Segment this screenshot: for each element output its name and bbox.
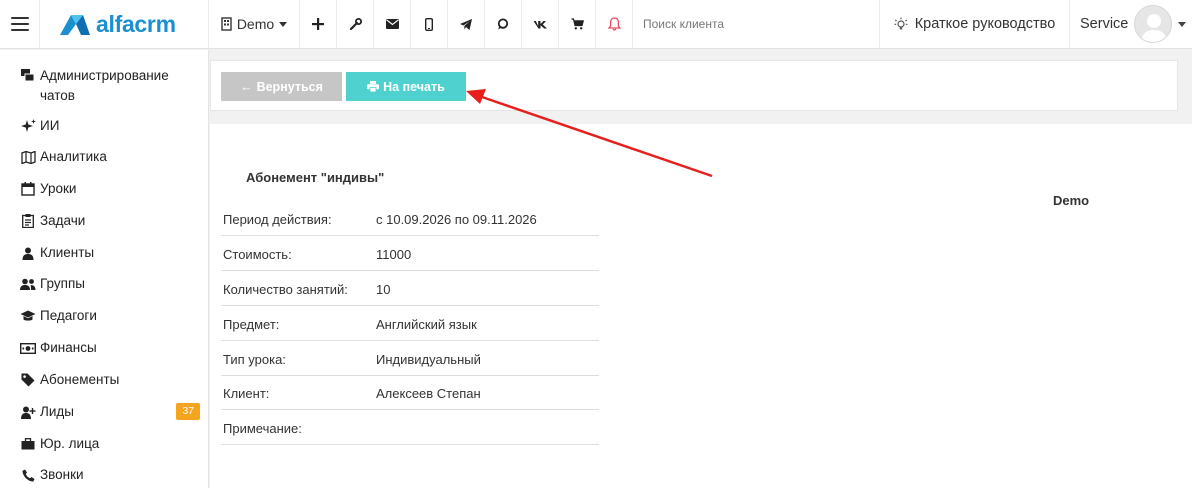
- bell-icon: [607, 17, 621, 31]
- sidebar-item-finance[interactable]: Финансы: [20, 338, 200, 358]
- branch-selector[interactable]: Demo: [209, 0, 300, 48]
- client-search[interactable]: [633, 0, 880, 48]
- graduation-cap-icon: [20, 308, 36, 324]
- field-label: Период действия:: [223, 212, 332, 227]
- user-icon: [20, 245, 36, 261]
- building-icon: [221, 17, 232, 31]
- logo[interactable]: alfacrm: [40, 0, 209, 48]
- cart-icon: [571, 18, 584, 30]
- sidebar-item-leads[interactable]: Лиды 37: [20, 402, 200, 422]
- mail-button[interactable]: [374, 0, 411, 48]
- tag-icon: [20, 372, 36, 388]
- sidebar-item-legal-entities[interactable]: Юр. лица: [20, 434, 200, 454]
- top-bar: alfacrm Demo Краткое руководство Service: [0, 0, 1192, 49]
- table-row: Примечание:: [221, 410, 599, 445]
- lightbulb-icon: [894, 17, 908, 30]
- sparkle-icon: [20, 118, 36, 134]
- map-icon: [20, 149, 36, 165]
- sidebar-item-teachers[interactable]: Педагоги: [20, 306, 200, 326]
- field-label: Примечание:: [223, 421, 302, 436]
- field-value: с 10.09.2026 по 09.11.2026: [376, 212, 537, 227]
- sidebar-item-tasks[interactable]: Задачи: [20, 211, 200, 231]
- print-button-label: На печать: [383, 79, 445, 94]
- notifications-button[interactable]: [596, 0, 633, 48]
- money-icon: [20, 340, 36, 356]
- sidebar-item-groups[interactable]: Группы: [20, 274, 200, 294]
- whatsapp-button[interactable]: [485, 0, 522, 48]
- telegram-icon: [460, 18, 472, 30]
- briefcase-icon: [20, 436, 36, 452]
- field-value: 10: [376, 282, 391, 297]
- sidebar-item-subscriptions[interactable]: Абонементы: [20, 370, 200, 390]
- clipboard-icon: [20, 213, 36, 229]
- settings-button[interactable]: [337, 0, 374, 48]
- users-icon: [20, 276, 36, 292]
- sidebar-item-lessons[interactable]: Уроки: [20, 179, 200, 199]
- field-label: Тип урока:: [223, 352, 286, 367]
- back-button[interactable]: ← Вернуться: [221, 72, 342, 101]
- user-plus-icon: [20, 404, 36, 420]
- wrench-icon: [349, 17, 362, 30]
- vk-icon: [533, 20, 547, 28]
- quick-guide-button[interactable]: Краткое руководство: [880, 0, 1070, 48]
- sidebar: Администрирование чатов ИИ Аналитика Уро…: [0, 50, 209, 488]
- back-button-label: Вернуться: [256, 79, 323, 94]
- user-silhouette-icon: [1141, 14, 1168, 42]
- sidebar-item-chat-admin[interactable]: Администрирование чатов: [20, 66, 200, 106]
- table-row: Стоимость: 11000: [221, 236, 599, 271]
- cart-button[interactable]: [559, 0, 596, 48]
- field-value: Английский язык: [376, 317, 477, 332]
- user-name: Service: [1080, 16, 1129, 32]
- field-value: Алексеев Степан: [376, 386, 481, 401]
- calendar-icon: [20, 181, 36, 197]
- field-value: Индивидуальный: [376, 352, 481, 367]
- chat-admin-icon: [20, 68, 36, 84]
- user-menu[interactable]: Service: [1070, 0, 1192, 48]
- telegram-button[interactable]: [448, 0, 485, 48]
- table-row: Тип урока: Индивидуальный: [221, 341, 599, 376]
- document-branch: Demo: [1053, 193, 1090, 208]
- action-toolbar: ← Вернуться На печать: [210, 60, 1178, 111]
- leads-count-badge: 37: [176, 403, 200, 420]
- field-label: Стоимость:: [223, 247, 292, 262]
- hamburger-icon: [10, 17, 29, 31]
- arrow-left-icon: ←: [240, 79, 253, 94]
- sidebar-item-clients[interactable]: Клиенты: [20, 243, 200, 263]
- table-row: Предмет: Английский язык: [221, 306, 599, 341]
- quick-guide-label: Краткое руководство: [914, 16, 1056, 32]
- caret-down-icon: [279, 21, 288, 27]
- field-value: 11000: [376, 247, 412, 262]
- table-row: Период действия: с 10.09.2026 по 09.11.2…: [221, 201, 599, 236]
- subscription-document: Абонемент "индивы" Demo Период действия:…: [210, 124, 1192, 488]
- sidebar-item-calls[interactable]: Звонки: [20, 465, 200, 485]
- logo-text: alfacrm: [96, 10, 176, 37]
- avatar: [1134, 5, 1173, 43]
- add-button[interactable]: [300, 0, 337, 48]
- field-label: Клиент:: [223, 386, 270, 401]
- phone-icon: [20, 467, 36, 483]
- sidebar-item-analytics[interactable]: Аналитика: [20, 147, 200, 167]
- mail-icon: [385, 19, 399, 29]
- table-row: Клиент: Алексеев Степан: [221, 375, 599, 410]
- document-title: Абонемент "индивы": [246, 170, 385, 185]
- mobile-icon: [425, 17, 433, 31]
- printer-icon: [367, 81, 380, 92]
- search-input[interactable]: [643, 17, 863, 31]
- menu-toggle-button[interactable]: [0, 0, 40, 48]
- plus-icon: [312, 18, 324, 30]
- whatsapp-icon: [497, 18, 509, 30]
- branch-label: Demo: [236, 16, 275, 32]
- sidebar-item-ai[interactable]: ИИ: [20, 116, 200, 136]
- caret-down-icon: [1178, 21, 1187, 27]
- print-button[interactable]: На печать: [346, 72, 466, 101]
- vk-button[interactable]: [522, 0, 559, 48]
- table-row: Количество занятий: 10: [221, 271, 599, 306]
- logo-mark-icon: [60, 15, 90, 35]
- field-label: Количество занятий:: [223, 282, 348, 297]
- mobile-button[interactable]: [411, 0, 448, 48]
- field-label: Предмет:: [223, 317, 280, 332]
